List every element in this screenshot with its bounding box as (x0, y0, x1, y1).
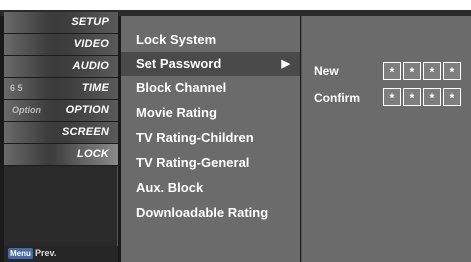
submenu-item-movie-rating[interactable]: Movie Rating (121, 101, 300, 125)
menu-key-icon: Menu (8, 248, 33, 259)
option-thumbnail-icon: Option (4, 100, 68, 121)
menu-item-label: VIDEO (73, 38, 109, 50)
menu-item-label: SETUP (71, 16, 109, 28)
new-password-label: New (314, 64, 339, 78)
submenu-item-label: Downloadable Rating (136, 205, 269, 220)
submenu-item-tv-rating-general[interactable]: TV Rating-General (121, 151, 300, 175)
submenu-item-downloadable-rating[interactable]: Downloadable Rating (121, 201, 300, 225)
confirm-password-digit-1[interactable]: * (383, 88, 401, 106)
submenu-item-lock-system[interactable]: Lock System (121, 28, 300, 52)
menu-footer: Menu Prev. (4, 246, 118, 262)
new-password-digit-1[interactable]: * (383, 62, 401, 80)
menu-item-video[interactable]: VIDEO (4, 34, 118, 56)
menu-item-label: AUDIO (72, 60, 109, 72)
submenu-item-label: Block Channel (136, 80, 227, 95)
submenu-item-set-password[interactable]: Set Password ▶ (121, 52, 300, 76)
prev-hint: Prev. (35, 248, 57, 258)
setup-thumbnail-icon (4, 12, 68, 33)
submenu-item-tv-rating-children[interactable]: TV Rating-Children (121, 126, 300, 150)
lock-thumbnail-icon (4, 144, 68, 165)
submenu-item-label: Lock System (136, 32, 217, 47)
submenu-item-label: Movie Rating (136, 105, 217, 120)
clock-digits: 6 5 (10, 83, 23, 93)
menu-item-label: LOCK (77, 148, 109, 160)
confirm-password-digit-4[interactable]: * (443, 88, 461, 106)
confirm-password-label: Confirm (314, 91, 360, 105)
menu-item-option[interactable]: Option OPTION (4, 100, 118, 122)
submenu-item-label: Aux. Block (136, 180, 204, 195)
option-thumb-text: Option (12, 105, 41, 115)
submenu-item-label: Set Password (136, 56, 222, 71)
new-password-digit-4[interactable]: * (443, 62, 461, 80)
new-password-digit-3[interactable]: * (423, 62, 441, 80)
submenu-item-block-channel[interactable]: Block Channel (121, 76, 300, 100)
password-panel: New * * * * Confirm * * * * (301, 16, 471, 262)
confirm-password-digit-2[interactable]: * (403, 88, 421, 106)
menu-item-screen[interactable]: SCREEN (4, 122, 118, 144)
arrow-right-icon: ▶ (281, 58, 290, 70)
screen-thumbnail-icon (4, 122, 68, 143)
menu-item-setup[interactable]: SETUP (4, 12, 118, 34)
menu-item-label: OPTION (65, 104, 109, 116)
main-menu: SETUP VIDEO AUDIO 6 5 TIME Option OPTION… (4, 12, 118, 262)
lock-submenu: Lock System Set Password ▶ Block Channel… (121, 16, 300, 262)
new-password-digit-2[interactable]: * (403, 62, 421, 80)
video-thumbnail-icon (4, 34, 68, 55)
clock-thumbnail-icon: 6 5 (4, 78, 68, 99)
confirm-password-digit-3[interactable]: * (423, 88, 441, 106)
menu-item-time[interactable]: 6 5 TIME (4, 78, 118, 100)
menu-item-label: TIME (81, 82, 109, 94)
menu-item-lock[interactable]: LOCK (4, 144, 118, 166)
submenu-item-label: TV Rating-Children (136, 130, 254, 145)
submenu-item-label: TV Rating-General (136, 155, 250, 170)
audio-thumbnail-icon (4, 56, 68, 77)
menu-item-label: SCREEN (61, 126, 109, 138)
submenu-item-aux-block[interactable]: Aux. Block (121, 176, 300, 200)
menu-item-audio[interactable]: AUDIO (4, 56, 118, 78)
